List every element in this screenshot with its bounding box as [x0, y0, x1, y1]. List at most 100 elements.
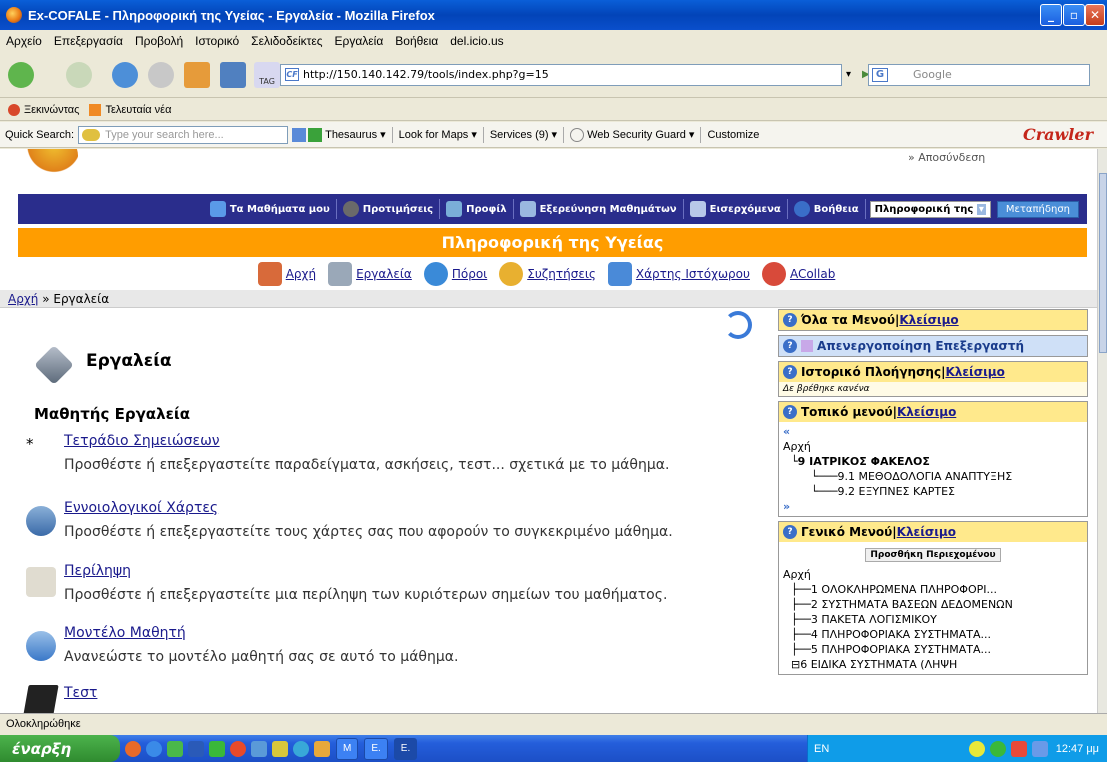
logout-link[interactable]: » Αποσύνδεση [908, 151, 985, 164]
menu-help[interactable]: Βοήθεια [395, 34, 438, 48]
nav-preferences[interactable]: Προτιμήσεις [342, 199, 441, 219]
nav-discussions[interactable]: Συζητήσεις [527, 267, 596, 281]
global-item-5[interactable]: ├──5 ΠΛΗΡΟΦΟΡΙΑΚΑ ΣΥΣΤΗΜΑΤΑ... [783, 642, 1083, 657]
course-select[interactable]: Πληροφορική της ▾ [869, 200, 991, 218]
media-icon[interactable] [230, 740, 246, 757]
maximize-button[interactable]: ▫ [1063, 4, 1085, 26]
nav-home[interactable]: Αρχή [286, 267, 316, 281]
menu-history[interactable]: Ιστορικό [195, 34, 239, 48]
services-button[interactable]: Services (9) [490, 129, 549, 141]
app-icon[interactable] [167, 740, 183, 757]
chevron-down-icon[interactable]: ▾ [380, 128, 386, 141]
language-indicator[interactable]: EN [814, 743, 829, 755]
reload-icon[interactable] [112, 62, 138, 88]
disable-editor-link[interactable]: Απενεργοποίηση Επεξεργαστή [817, 339, 1024, 353]
web-security-guard-button[interactable]: Web Security Guard [587, 129, 686, 141]
global-item-6[interactable]: ⊟6 ΕΙΔΙΚΑ ΣΥΣΤΗΜΑΤΑ (ΛΗΨΗ [783, 657, 1083, 672]
nav-inbox[interactable]: Εισερχόμενα [689, 199, 788, 219]
bookmark-window-icon[interactable] [220, 62, 246, 88]
next-icon[interactable]: » [783, 499, 1083, 514]
help-icon[interactable]: ? [783, 405, 797, 419]
nav-tools[interactable]: Εργαλεία [356, 267, 412, 281]
menu-file[interactable]: Αρχείο [6, 34, 42, 48]
customize-button[interactable]: Customize [707, 129, 759, 141]
tool-notebook-link[interactable]: Τετράδιο Σημειώσεων [64, 433, 220, 449]
tray-icon[interactable] [1010, 740, 1027, 757]
local-item-9-2[interactable]: └───9.2 ΕΞΥΠΝΕΣ ΚΑΡΤΕΣ [783, 484, 1083, 499]
quick-search-input[interactable]: Type your search here... [78, 125, 289, 144]
close-history-link[interactable]: Κλείσιμο [945, 365, 1004, 379]
stop-icon[interactable] [148, 62, 174, 88]
global-item-4[interactable]: ├──4 ΠΛΗΡΟΦΟΡΙΑΚΑ ΣΥΣΤΗΜΑΤΑ... [783, 627, 1083, 642]
url-dropdown-icon[interactable]: ▾ [846, 69, 851, 80]
quick-search-engine-icon[interactable] [82, 128, 101, 141]
tool-summary-link[interactable]: Περίληψη [64, 563, 131, 579]
menu-view[interactable]: Προβολή [135, 34, 183, 48]
bookmark-getting-started[interactable]: Ξεκινώντας [24, 104, 79, 116]
menu-tools[interactable]: Εργαλεία [335, 34, 384, 48]
local-item-9[interactable]: └9 ΙΑΤΡΙΚΟΣ ΦΑΚΕΛΟΣ [783, 454, 1083, 469]
page-scrollbar[interactable] [1097, 149, 1107, 713]
bookmark-latest-news[interactable]: Τελευταία νέα [105, 104, 171, 116]
tag-icon[interactable]: TAG [254, 62, 280, 88]
word-icon[interactable] [188, 740, 204, 757]
tool-concept-maps-link[interactable]: Εννοιολογικοί Χάρτες [64, 500, 218, 516]
close-all-menus-link[interactable]: Κλείσιμο [899, 313, 958, 327]
help-icon[interactable]: ? [783, 365, 797, 379]
local-item-home[interactable]: Αρχή [783, 439, 1083, 454]
nav-resources[interactable]: Πόροι [452, 267, 487, 281]
back-icon[interactable] [8, 62, 34, 88]
nav-acollab[interactable]: ACollab [790, 267, 835, 281]
task-messenger[interactable]: M [336, 737, 359, 760]
add-content-button[interactable]: Προσθήκη Περιεχομένου [865, 548, 1001, 562]
chevron-down-icon[interactable]: ▾ [552, 128, 558, 141]
menu-delicious[interactable]: del.icio.us [450, 34, 503, 48]
network-icon[interactable] [293, 740, 309, 757]
look-for-maps-button[interactable]: Look for Maps [399, 129, 469, 141]
jump-button[interactable]: Μεταπήδηση [996, 200, 1079, 218]
tool-student-model-link[interactable]: Μοντέλο Μαθητή [64, 625, 186, 641]
start-button[interactable]: έναρξη [0, 735, 120, 762]
thesaurus-button[interactable]: Thesaurus [325, 129, 377, 141]
google-icon[interactable]: G [872, 68, 888, 82]
menu-bookmarks[interactable]: Σελιδοδείκτες [251, 34, 322, 48]
global-item-1[interactable]: ├──1 ΟΛΟΚΛΗΡΩΜΕΝΑ ΠΛΗΡΟΦΟΡΙ... [783, 582, 1083, 597]
nav-browse-courses[interactable]: Εξερεύνηση Μαθημάτων [519, 199, 684, 219]
chevron-down-icon[interactable]: ▾ [689, 128, 695, 141]
help-icon[interactable]: ? [783, 525, 797, 539]
window-title-bar[interactable]: Ex-COFALE - Πληροφορική της Υγείας - Εργ… [0, 0, 1107, 30]
previous-icon[interactable]: « [783, 424, 1083, 439]
nav-sitemap[interactable]: Χάρτης Ιστόχωρου [636, 267, 750, 281]
dropdown-icon[interactable] [292, 127, 307, 142]
close-local-menu-link[interactable]: Κλείσιμο [897, 405, 956, 419]
search-box[interactable]: G Google [868, 64, 1090, 86]
nav-profile[interactable]: Προφίλ [446, 199, 514, 219]
close-button[interactable]: ✕ [1085, 4, 1105, 26]
tray-icon[interactable] [989, 740, 1006, 757]
tray-icon[interactable] [968, 740, 985, 757]
excel-icon[interactable] [209, 740, 225, 757]
explorer-icon[interactable] [251, 740, 267, 757]
nav-my-courses[interactable]: Τα Μαθήματα μου [209, 199, 337, 219]
folder-icon[interactable] [272, 740, 288, 757]
tool-test-link[interactable]: Τεστ [64, 685, 97, 701]
home-icon[interactable] [184, 62, 210, 88]
menu-edit[interactable]: Επεξεργασία [54, 34, 123, 48]
browser-icon[interactable] [146, 740, 162, 757]
scrollbar-thumb[interactable] [1099, 173, 1107, 353]
global-item-home[interactable]: Αρχή [783, 567, 1083, 582]
forward-icon[interactable] [66, 62, 92, 88]
url-bar[interactable]: CF http://150.140.142.79/tools/index.php… [280, 64, 842, 86]
help-icon[interactable]: ? [783, 339, 797, 353]
refresh-icon[interactable] [724, 311, 752, 339]
firefox-icon[interactable] [125, 740, 141, 757]
close-global-menu-link[interactable]: Κλείσιμο [897, 525, 956, 539]
tool-icon[interactable] [314, 740, 330, 757]
local-item-9-1[interactable]: └───9.1 ΜΕΘΟΔΟΛΟΓΙΑ ΑΝΑΠΤΥΞΗΣ [783, 469, 1083, 484]
minimize-button[interactable]: _ [1040, 4, 1062, 26]
breadcrumb-home[interactable]: Αρχή [8, 292, 38, 306]
task-firefox[interactable]: E. [393, 737, 418, 760]
global-item-3[interactable]: ├──3 ΠΑΚΕΤΑ ΛΟΓΙΣΜΙΚΟΥ [783, 612, 1083, 627]
volume-icon[interactable] [1031, 740, 1048, 757]
help-icon[interactable]: ? [783, 313, 797, 327]
